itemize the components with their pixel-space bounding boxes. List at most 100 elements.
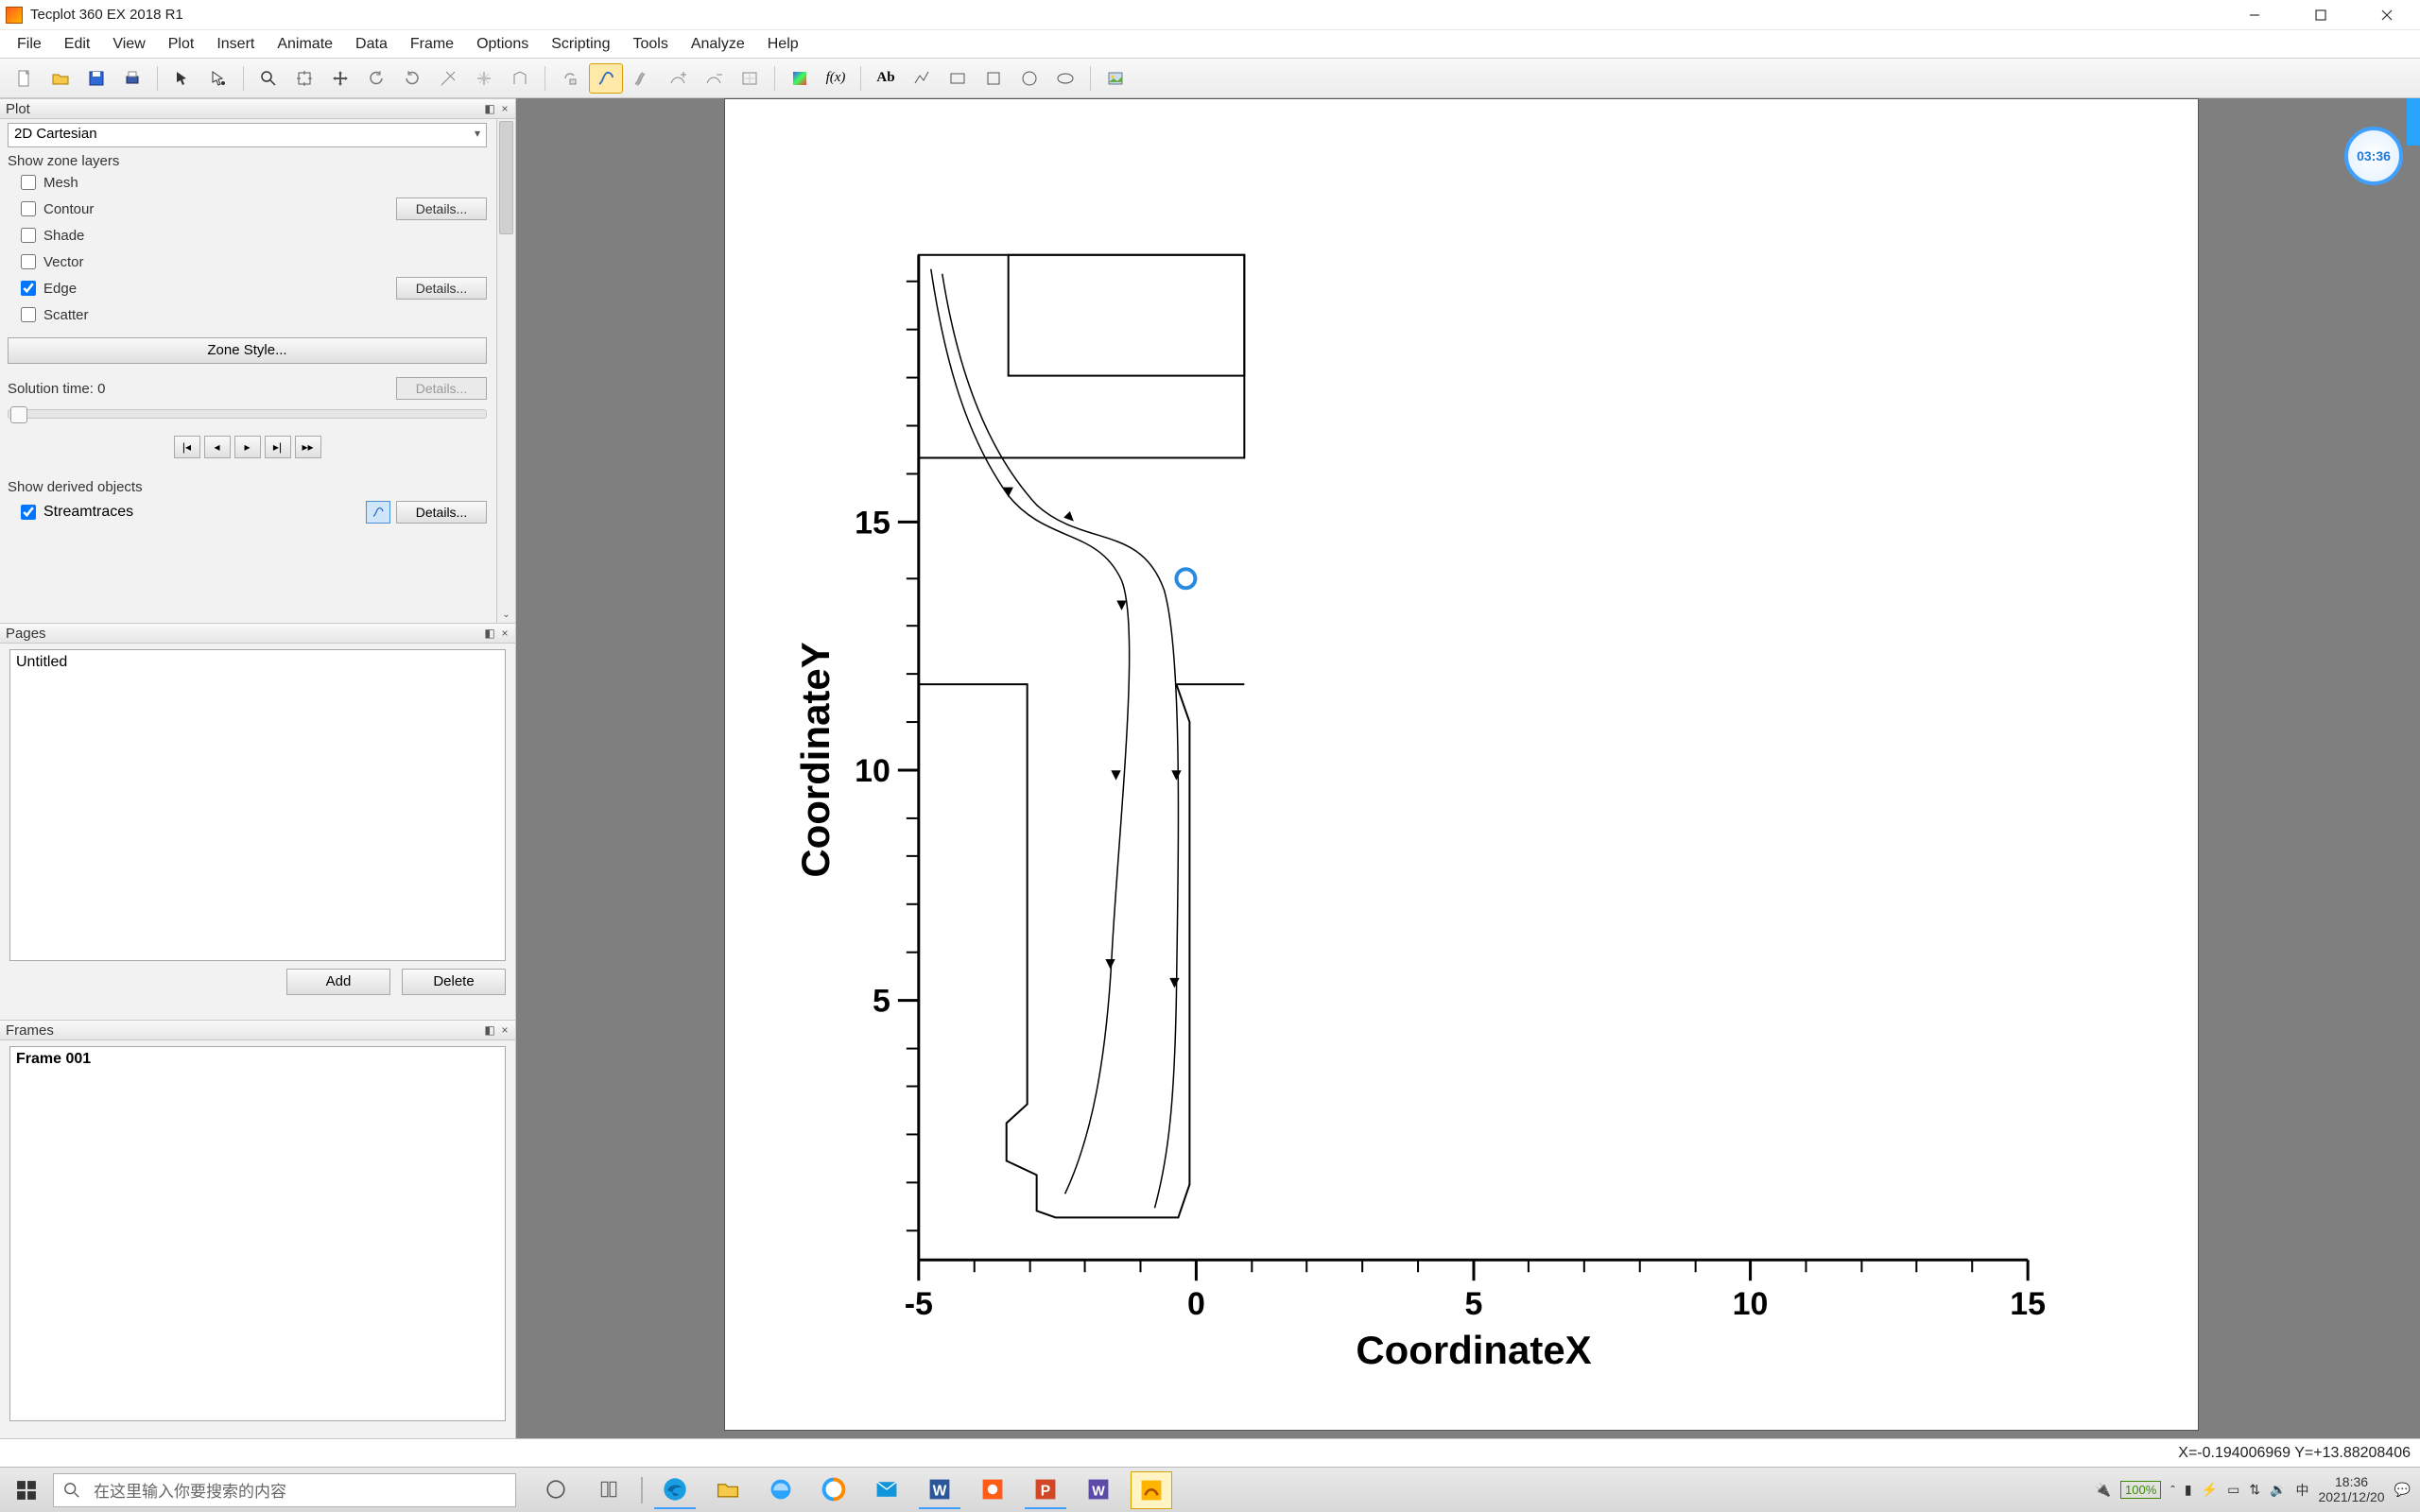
ellipse-tool-icon[interactable] — [1048, 63, 1082, 94]
play-icon[interactable]: ▸ — [234, 436, 261, 458]
streamtraces-checkbox[interactable] — [21, 505, 36, 520]
app-wps-icon[interactable]: W — [1078, 1471, 1119, 1509]
circle-tool-icon[interactable] — [1012, 63, 1046, 94]
rotate-ccw-icon[interactable] — [359, 63, 393, 94]
page-add-button[interactable]: Add — [286, 969, 390, 995]
probe-icon[interactable] — [467, 63, 501, 94]
edge-checkbox[interactable] — [21, 281, 36, 296]
shade-checkbox[interactable] — [21, 228, 36, 243]
cortana-icon[interactable] — [588, 1471, 630, 1509]
app-explorer-icon[interactable] — [707, 1471, 749, 1509]
save-icon[interactable] — [79, 63, 113, 94]
taskbar-clock[interactable]: 18:36 2021/12/20 — [2318, 1475, 2384, 1504]
solution-details-button[interactable]: Details... — [396, 377, 487, 400]
app-photos-icon[interactable] — [972, 1471, 1013, 1509]
contour-add-icon[interactable] — [661, 63, 695, 94]
right-docking-tab[interactable] — [2407, 98, 2420, 146]
play-last-icon[interactable]: ▸▸ — [295, 436, 321, 458]
streamtrace-ribbon-icon[interactable] — [625, 63, 659, 94]
streamtrace-place-icon[interactable] — [589, 63, 623, 94]
workarea[interactable]: -5 0 5 10 15 5 10 15 — [516, 98, 2420, 1438]
system-tray[interactable]: 🔌 100% ˆ ▮ ⚡ ▭ ⇅ 🔉 中 18:36 2021/12/20 💬 — [2095, 1475, 2420, 1504]
open-file-icon[interactable] — [43, 63, 78, 94]
zoom-icon[interactable] — [251, 63, 285, 94]
close-button[interactable] — [2354, 0, 2420, 30]
square-tool-icon[interactable] — [977, 63, 1011, 94]
select-arrow-icon[interactable] — [165, 63, 199, 94]
app-tecplot-icon[interactable] — [1131, 1471, 1172, 1509]
plot-panel-header[interactable]: Plot ◧× — [0, 98, 515, 119]
print-icon[interactable] — [115, 63, 149, 94]
pages-panel-header[interactable]: Pages ◧× — [0, 623, 515, 644]
page-delete-button[interactable]: Delete — [402, 969, 506, 995]
page-item[interactable]: Untitled — [16, 654, 499, 671]
new-file-icon[interactable] — [8, 63, 42, 94]
menu-view[interactable]: View — [101, 32, 156, 57]
menu-insert[interactable]: Insert — [205, 32, 266, 57]
colormap-icon[interactable] — [783, 63, 817, 94]
panel-close-icon[interactable]: × — [498, 101, 511, 114]
menu-file[interactable]: File — [6, 32, 53, 57]
rotate-cw-icon[interactable] — [395, 63, 429, 94]
taskbar-search[interactable]: 在这里输入你要搜索的内容 — [53, 1473, 516, 1507]
ime-indicator[interactable]: 中 — [2295, 1481, 2308, 1500]
undock-icon[interactable]: ◧ — [483, 626, 496, 639]
contour-details-button[interactable]: Details... — [396, 198, 487, 220]
app-sogou-icon[interactable] — [813, 1471, 855, 1509]
menu-plot[interactable]: Plot — [157, 32, 206, 57]
action-center-icon[interactable]: 💬 — [2394, 1482, 2411, 1498]
zone-style-button[interactable]: Zone Style... — [8, 337, 487, 364]
app-ie-icon[interactable] — [760, 1471, 802, 1509]
rectangle-tool-icon[interactable] — [941, 63, 975, 94]
menu-tools[interactable]: Tools — [621, 32, 679, 57]
taskview-icon[interactable] — [535, 1471, 577, 1509]
panel-close-icon[interactable]: × — [498, 626, 511, 639]
timer-badge[interactable]: 03:36 — [2344, 127, 2403, 185]
menu-scripting[interactable]: Scripting — [540, 32, 621, 57]
contour-checkbox[interactable] — [21, 201, 36, 216]
fit-extents-icon[interactable] — [287, 63, 321, 94]
plot-canvas[interactable]: -5 0 5 10 15 5 10 15 — [725, 99, 2198, 1430]
tray-chevron-up-icon[interactable]: ˆ — [2170, 1483, 2175, 1498]
network-icon[interactable]: ▭ — [2227, 1482, 2239, 1498]
app-word-icon[interactable]: W — [919, 1471, 960, 1509]
contour-level-icon[interactable] — [733, 63, 767, 94]
extract-icon[interactable] — [503, 63, 537, 94]
undock-icon[interactable]: ◧ — [483, 1022, 496, 1036]
minimize-button[interactable] — [2221, 0, 2288, 30]
menu-data[interactable]: Data — [344, 32, 399, 57]
menu-options[interactable]: Options — [465, 32, 540, 57]
menu-analyze[interactable]: Analyze — [680, 32, 756, 57]
play-first-icon[interactable]: |◂ — [174, 436, 200, 458]
slice-icon[interactable] — [431, 63, 465, 94]
streamtrace-place-shortcut-icon[interactable] — [366, 501, 390, 524]
power-icon[interactable]: ⚡ — [2202, 1482, 2218, 1498]
volume-icon[interactable]: 🔉 — [2270, 1482, 2286, 1498]
play-next-icon[interactable]: ▸| — [265, 436, 291, 458]
pages-list[interactable]: Untitled — [9, 649, 506, 961]
menu-edit[interactable]: Edit — [53, 32, 102, 57]
time-slider-thumb[interactable] — [10, 406, 27, 423]
app-powerpoint-icon[interactable]: P — [1025, 1471, 1066, 1509]
play-prev-icon[interactable]: ◂ — [204, 436, 231, 458]
frames-list[interactable]: Frame 001 — [9, 1046, 506, 1421]
vector-checkbox[interactable] — [21, 254, 36, 269]
app-mail-icon[interactable] — [866, 1471, 908, 1509]
usb-icon[interactable]: ▮ — [2185, 1482, 2192, 1498]
plot-frame[interactable]: -5 0 5 10 15 5 10 15 — [724, 98, 2199, 1431]
wifi-icon[interactable]: ⇅ — [2249, 1482, 2260, 1498]
scrollbar-down-icon[interactable]: ⌄ — [497, 606, 515, 623]
mesh-checkbox[interactable] — [21, 175, 36, 190]
plot-panel-scrollbar[interactable]: ⌄ — [496, 119, 515, 623]
menu-help[interactable]: Help — [756, 32, 810, 57]
polyline-tool-icon[interactable] — [905, 63, 939, 94]
image-tool-icon[interactable] — [1098, 63, 1132, 94]
frames-panel-header[interactable]: Frames ◧× — [0, 1020, 515, 1040]
streamtraces-details-button[interactable]: Details... — [396, 501, 487, 524]
plot-type-combo[interactable]: 2D Cartesian — [8, 123, 487, 147]
menu-animate[interactable]: Animate — [266, 32, 344, 57]
edge-details-button[interactable]: Details... — [396, 277, 487, 300]
frame-item[interactable]: Frame 001 — [16, 1051, 499, 1068]
adjust-arrow-icon[interactable] — [201, 63, 235, 94]
start-button[interactable] — [0, 1468, 53, 1512]
